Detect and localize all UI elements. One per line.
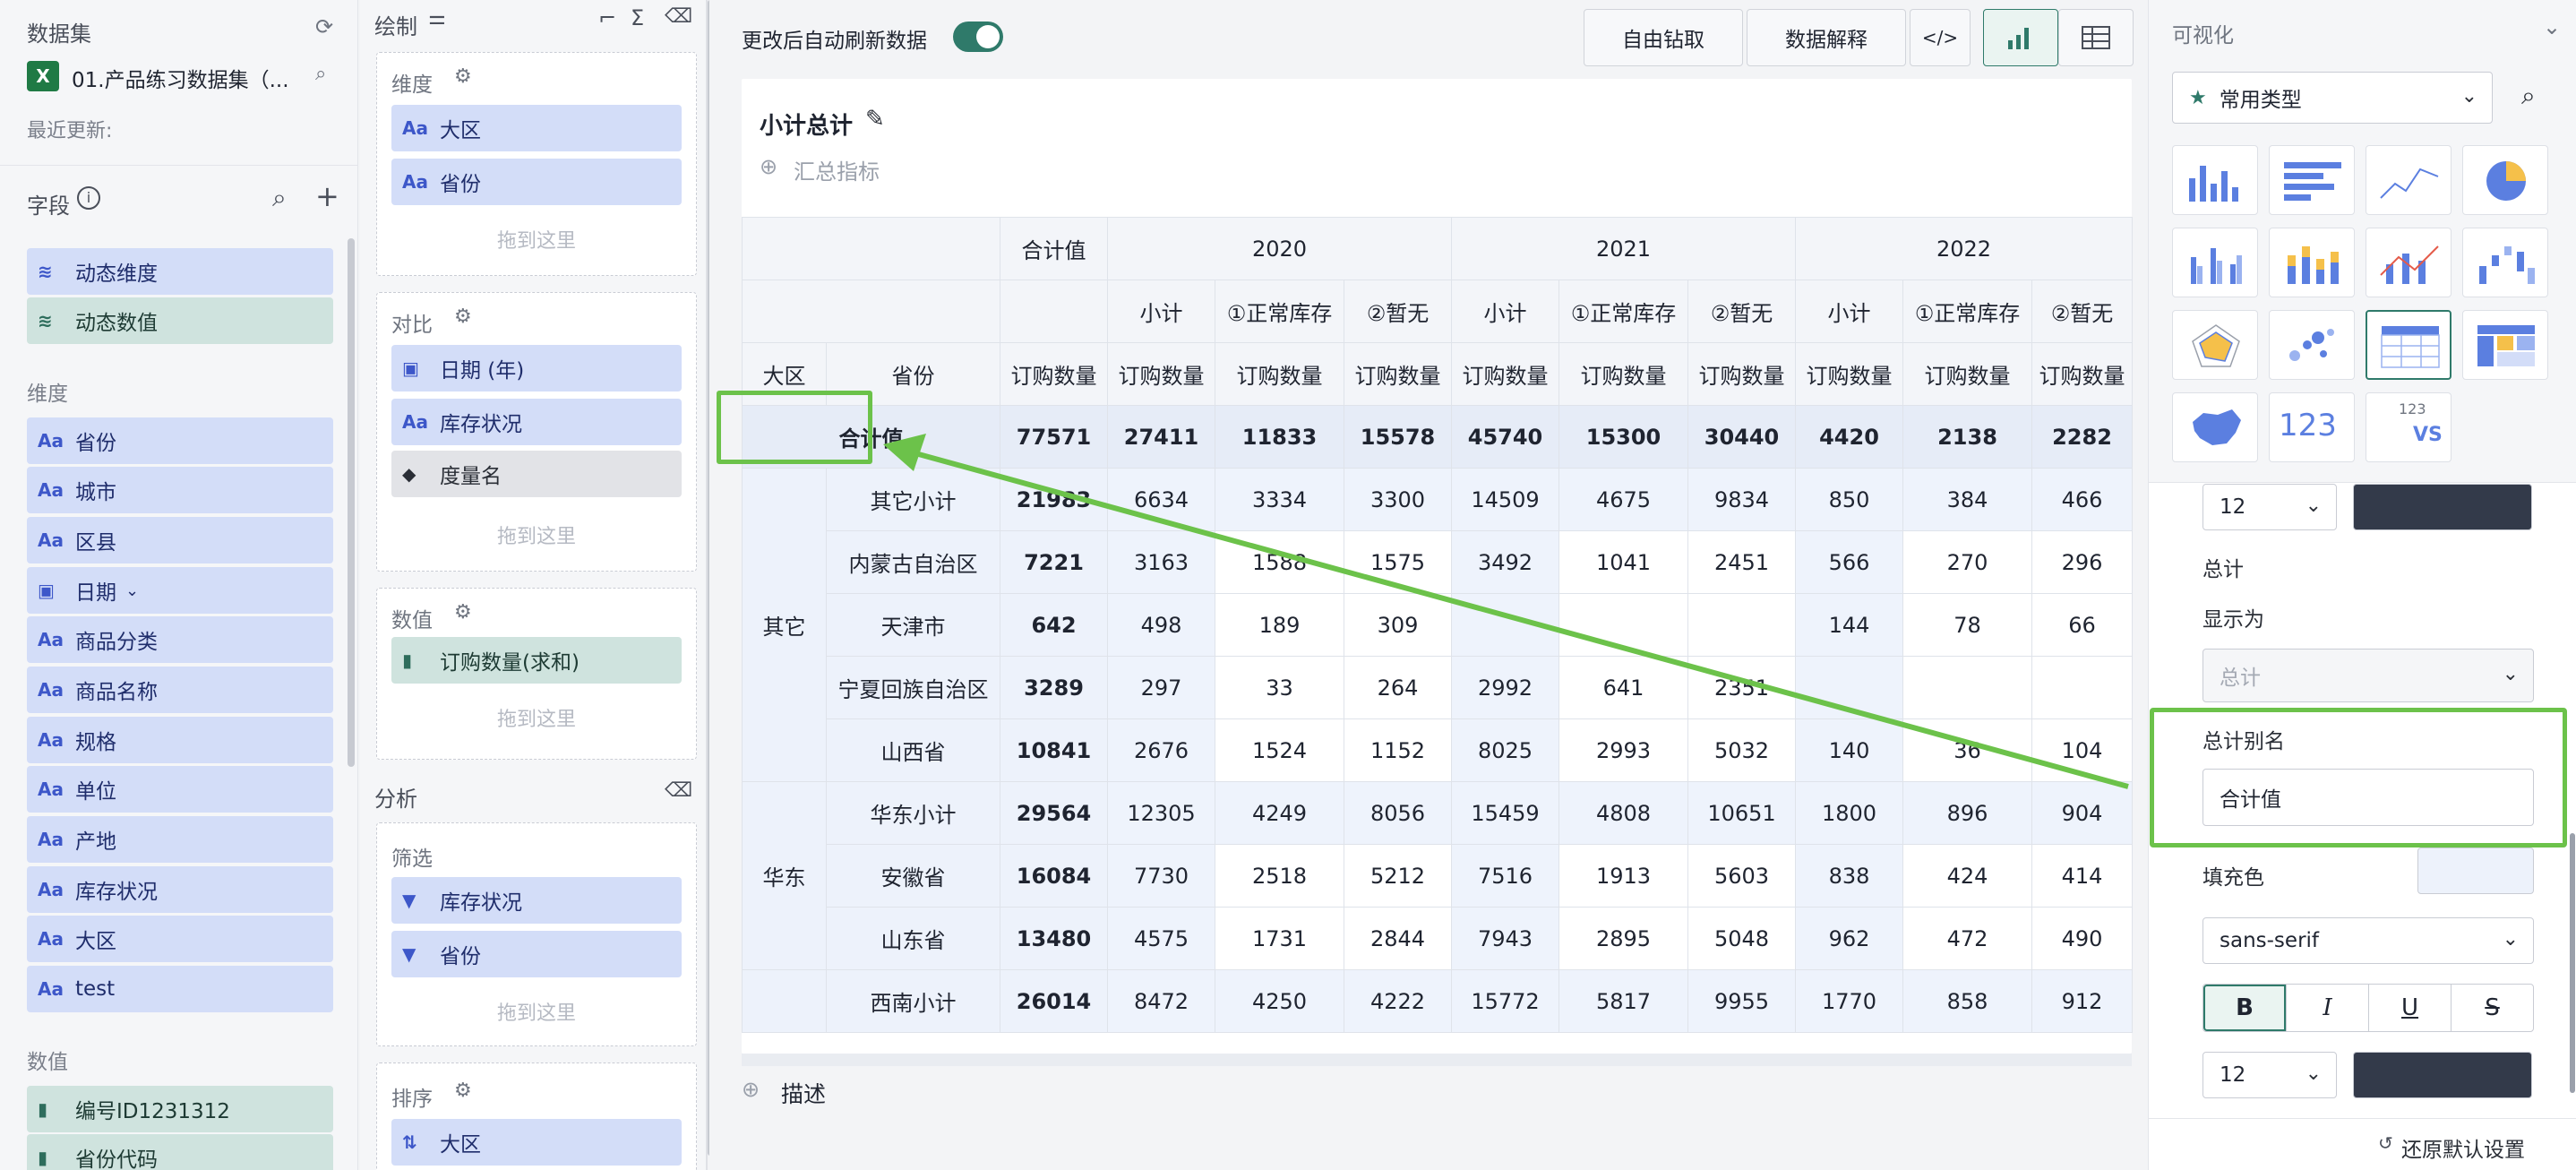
annotation-arrow-overlay [883, 434, 2129, 789]
annotation-arrow-head [883, 434, 926, 471]
annotation-arrow-line [914, 451, 2129, 789]
